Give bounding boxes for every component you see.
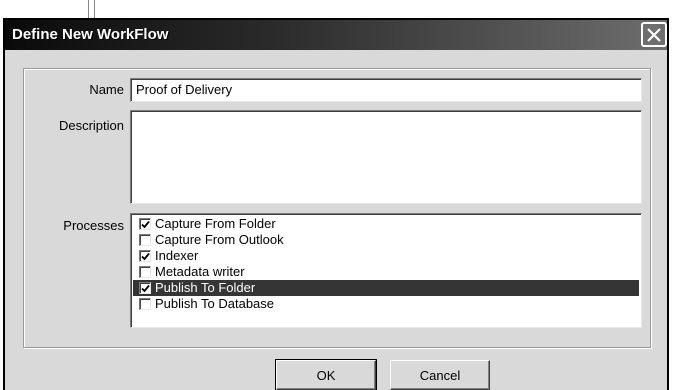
process-item[interactable]: Publish To Folder [133,280,639,296]
check-icon [141,220,150,229]
process-label: Publish To Database [155,296,275,311]
cancel-button[interactable]: Cancel [390,360,490,390]
process-checkbox[interactable] [139,266,151,278]
process-checkbox[interactable] [139,298,151,310]
process-label: Capture From Outlook [155,232,284,247]
process-label: Metadata writer [155,264,245,279]
description-input[interactable] [130,110,642,204]
dialog-title: Define New WorkFlow [12,26,169,43]
name-label: Name [89,82,124,97]
process-item[interactable]: Publish To Database [133,296,639,312]
process-checkbox[interactable] [139,282,151,294]
check-icon [141,284,150,293]
process-label: Indexer [155,248,199,263]
dialog-titlebar[interactable]: Define New WorkFlow [5,20,667,50]
check-icon [141,252,150,261]
process-item[interactable]: Capture From Outlook [133,232,639,248]
name-input[interactable]: Proof of Delivery [130,78,642,102]
process-item[interactable]: Metadata writer [133,264,639,280]
ok-button[interactable]: OK [275,359,377,390]
process-checkbox[interactable] [139,250,151,262]
process-item[interactable]: Indexer [133,248,639,264]
close-icon [647,27,661,42]
process-label: Publish To Folder [155,280,256,295]
process-label: Capture From Folder [155,216,276,231]
process-checkbox[interactable] [139,218,151,230]
processes-list[interactable]: Capture From Folder Capture From Outlook I… [130,213,642,328]
description-label: Description [58,118,124,133]
process-checkbox[interactable] [139,234,151,246]
process-item[interactable]: Capture From Folder [133,216,639,232]
processes-label: Processes [63,218,124,233]
close-button[interactable] [641,22,667,47]
